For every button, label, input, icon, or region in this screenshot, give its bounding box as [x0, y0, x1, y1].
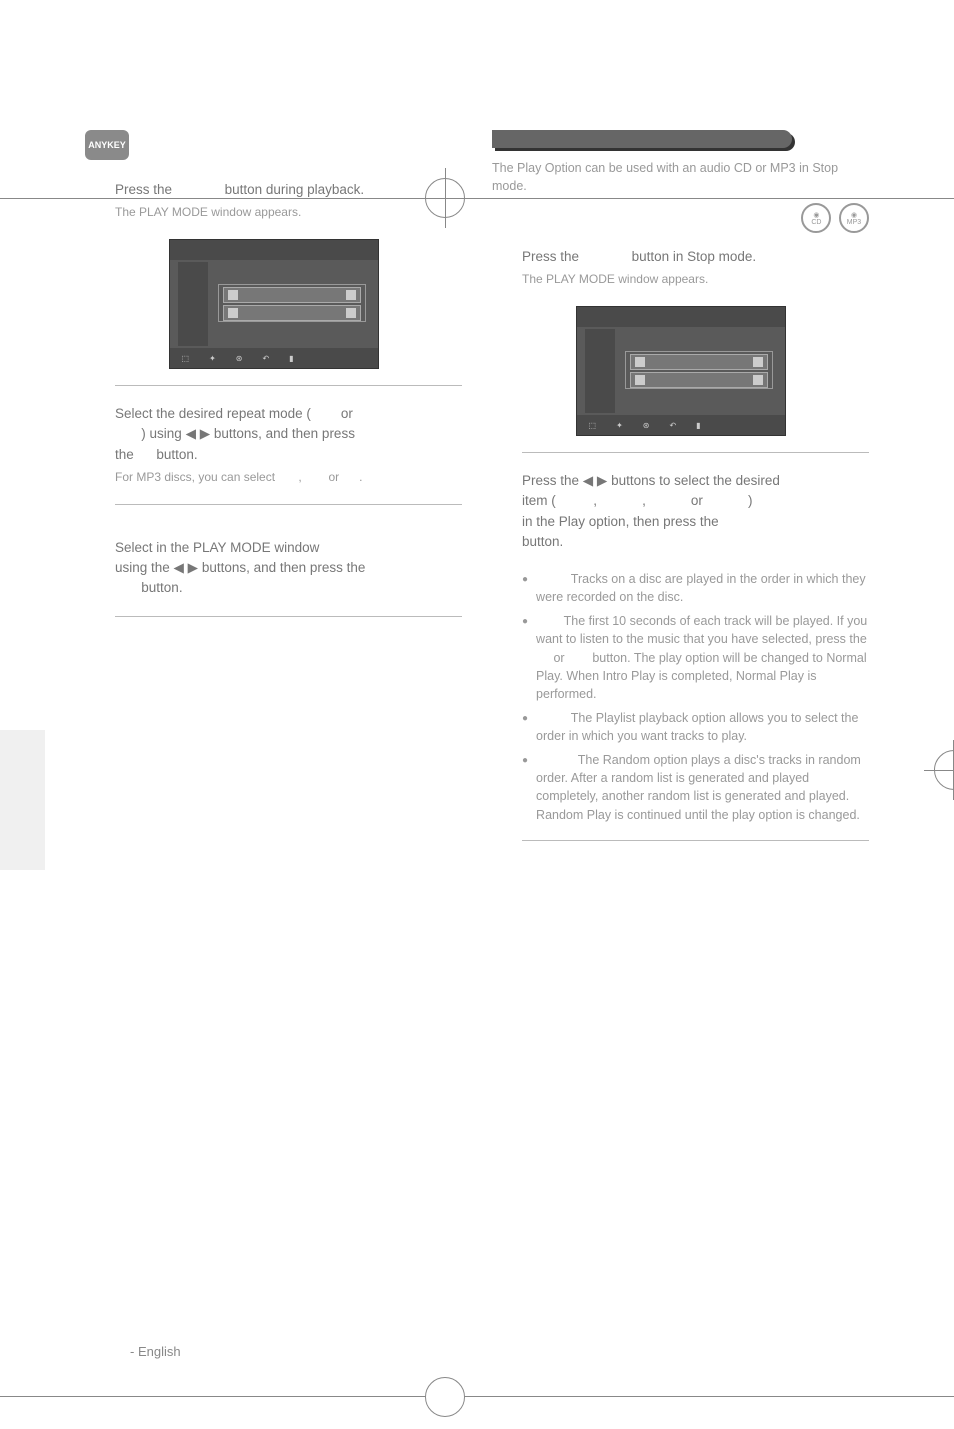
- section-title-banner: [492, 130, 792, 148]
- blank: [568, 651, 589, 665]
- bullet-icon: ●: [522, 573, 528, 606]
- blank: [536, 614, 560, 628]
- blank: [115, 580, 138, 595]
- text: Press the: [115, 182, 176, 197]
- crop-mark: [425, 1377, 465, 1417]
- text: Tracks on a disc are played in the order…: [536, 572, 866, 604]
- crop-mark: [924, 770, 954, 771]
- text: buttons, and then press: [214, 426, 355, 441]
- step-2: Select the desired repeat mode ( or ) us…: [115, 404, 462, 486]
- side-tab: [0, 730, 45, 870]
- left-right-arrow-icon: ◀ ▶: [583, 473, 608, 488]
- text: For MP3 discs, you can select: [115, 470, 278, 484]
- step-1: Press the button during playback. The PL…: [115, 180, 462, 221]
- ui-screenshot: ⬚ ✦ ⊛ ↶ ▮: [576, 306, 786, 436]
- left-right-arrow-icon: ◀ ▶: [174, 560, 199, 575]
- divider: [115, 504, 462, 505]
- move-icon: ✦: [209, 354, 216, 363]
- bullet-icon: ●: [522, 712, 528, 745]
- text: in the Play option, then press the: [522, 514, 719, 529]
- divider: [115, 616, 462, 617]
- blank: [176, 182, 221, 197]
- text: button in Stop mode.: [632, 249, 757, 264]
- text: Press the: [522, 249, 583, 264]
- mp3-disc-icon: ◉MP3: [839, 203, 869, 233]
- text: ,: [593, 493, 601, 508]
- anykey-icon: ⬚: [182, 354, 190, 363]
- text: buttons, and then press the: [202, 560, 366, 575]
- text: the: [115, 447, 138, 462]
- text: Select the desired repeat mode (: [115, 406, 311, 421]
- text: The first 10 seconds of each track will …: [536, 614, 867, 646]
- blank: [536, 572, 571, 586]
- return-icon: ↶: [262, 354, 269, 363]
- blank: [536, 711, 571, 725]
- blank: [707, 493, 745, 508]
- blank: [536, 753, 578, 767]
- text: button.: [156, 447, 197, 462]
- blank: [138, 447, 153, 462]
- select-icon: ⊛: [236, 354, 243, 363]
- blank: [650, 493, 688, 508]
- blank: [342, 470, 355, 484]
- return-icon: ↶: [669, 421, 676, 430]
- intro-text: The Play Option can be used with an audi…: [492, 160, 869, 195]
- exit-icon: ▮: [289, 354, 293, 363]
- select-icon: ⊛: [643, 421, 650, 430]
- left-right-arrow-icon: ◀ ▶: [186, 426, 211, 441]
- text: ) using: [141, 426, 185, 441]
- text: ,: [642, 493, 650, 508]
- bullet-icon: ●: [522, 615, 528, 703]
- text: Select in the PLAY MODE window: [115, 540, 319, 555]
- blank: [115, 426, 138, 441]
- exit-icon: ▮: [696, 421, 700, 430]
- blank: [583, 249, 628, 264]
- cd-disc-icon: ◉CD: [801, 203, 831, 233]
- text: or: [553, 651, 568, 665]
- divider: [522, 840, 869, 841]
- text: item (: [522, 493, 556, 508]
- bullet-list: ● Tracks on a disc are played in the ord…: [522, 570, 869, 824]
- bullet-icon: ●: [522, 754, 528, 824]
- step-3: Select in the PLAY MODE window using the…: [115, 538, 462, 599]
- text: or: [341, 406, 353, 421]
- text: button.: [522, 534, 563, 549]
- crop-mark: [0, 1396, 954, 1397]
- text: The Playlist playback option allows you …: [536, 711, 858, 743]
- blank: [315, 406, 338, 421]
- text: Press the: [522, 473, 583, 488]
- right-step-1: Press the button in Stop mode. The PLAY …: [522, 247, 869, 288]
- page-footer: - English: [130, 1344, 181, 1359]
- text: .: [359, 470, 362, 484]
- text: buttons to select the desired: [611, 473, 780, 488]
- right-step-2: Press the ◀ ▶ buttons to select the desi…: [522, 471, 869, 552]
- text: button during playback.: [225, 182, 365, 197]
- ui-screenshot: ⬚ ✦ ⊛ ↶ ▮: [169, 239, 379, 369]
- sub-text: The PLAY MODE window appears.: [115, 204, 462, 221]
- anykey-badge: ANYKEY: [85, 130, 129, 160]
- anykey-icon: ⬚: [589, 421, 597, 430]
- move-icon: ✦: [616, 421, 623, 430]
- blank: [536, 651, 550, 665]
- text: ): [748, 493, 753, 508]
- text: button.: [141, 580, 182, 595]
- text: The Random option plays a disc's tracks …: [536, 753, 861, 821]
- blank: [601, 493, 639, 508]
- divider: [115, 385, 462, 386]
- text: using the: [115, 560, 174, 575]
- blank: [305, 470, 325, 484]
- text: or: [691, 493, 707, 508]
- text: or: [328, 470, 342, 484]
- blank: [278, 470, 295, 484]
- divider: [522, 452, 869, 453]
- sub-text: The PLAY MODE window appears.: [522, 271, 869, 288]
- blank: [560, 493, 590, 508]
